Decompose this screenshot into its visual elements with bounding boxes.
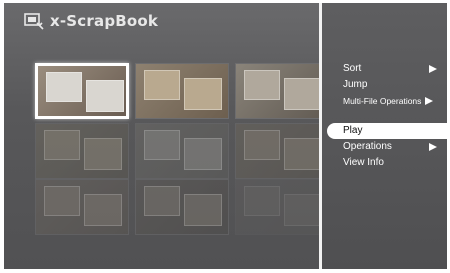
thumbnail[interactable] xyxy=(135,179,229,235)
thumbnail[interactable] xyxy=(235,179,329,235)
menu-item-multi-file-operations[interactable]: Multi-File Operations xyxy=(322,93,447,109)
thumbnail[interactable] xyxy=(235,123,329,179)
menu-item-play[interactable]: Play xyxy=(327,123,447,139)
thumbnail[interactable] xyxy=(35,179,129,235)
thumbnail-photo xyxy=(184,138,222,170)
menu-item-label: Multi-File Operations xyxy=(343,96,422,106)
thumbnail[interactable] xyxy=(135,123,229,179)
thumbnail-photo xyxy=(284,138,322,170)
thumbnail[interactable] xyxy=(135,63,229,119)
thumbnail-photo xyxy=(46,72,82,102)
thumbnail[interactable] xyxy=(35,123,129,179)
thumbnail-photo xyxy=(284,194,322,226)
thumbnail-photo xyxy=(44,186,80,216)
thumbnail-grid xyxy=(35,61,329,235)
app-header: x-ScrapBook xyxy=(24,9,158,33)
thumbnail[interactable] xyxy=(35,63,129,119)
menu-item-label: Operations xyxy=(343,141,392,152)
thumbnail-photo xyxy=(84,138,122,170)
thumbnail-photo xyxy=(284,78,322,110)
menu-item-view-info[interactable]: View Info xyxy=(322,155,447,171)
scrapbook-camera-icon xyxy=(24,13,44,30)
thumbnail-photo xyxy=(244,70,280,100)
tv-screen: x-ScrapBook Sort Jump Multi-File Operati… xyxy=(4,3,447,269)
menu-item-sort[interactable]: Sort xyxy=(322,61,447,77)
thumbnail-photo xyxy=(184,194,222,226)
menu-item-label: Jump xyxy=(343,79,368,90)
menu-item-label: Play xyxy=(343,125,363,136)
thumbnail-photo xyxy=(184,78,222,110)
thumbnail-photo xyxy=(86,80,124,112)
thumbnail-photo xyxy=(144,186,180,216)
app-title: x-ScrapBook xyxy=(50,12,159,30)
options-menu: Sort Jump Multi-File Operations Play Ope… xyxy=(322,3,447,269)
thumbnail-photo xyxy=(244,130,280,160)
menu-item-operations[interactable]: Operations xyxy=(322,139,447,155)
thumbnail-photo xyxy=(144,130,180,160)
thumbnail-photo xyxy=(144,70,180,100)
thumbnail-photo xyxy=(44,130,80,160)
thumbnail[interactable] xyxy=(235,63,329,119)
menu-item-jump[interactable]: Jump xyxy=(322,77,447,93)
menu-item-label: Sort xyxy=(343,63,362,74)
submenu-arrow-icon xyxy=(429,65,437,73)
menu-item-label: View Info xyxy=(343,157,384,168)
thumbnail-photo xyxy=(84,194,122,226)
submenu-arrow-icon xyxy=(429,143,437,151)
thumbnail-browser: x-ScrapBook xyxy=(4,3,329,269)
submenu-arrow-icon xyxy=(425,97,433,105)
thumbnail-photo xyxy=(244,186,280,216)
